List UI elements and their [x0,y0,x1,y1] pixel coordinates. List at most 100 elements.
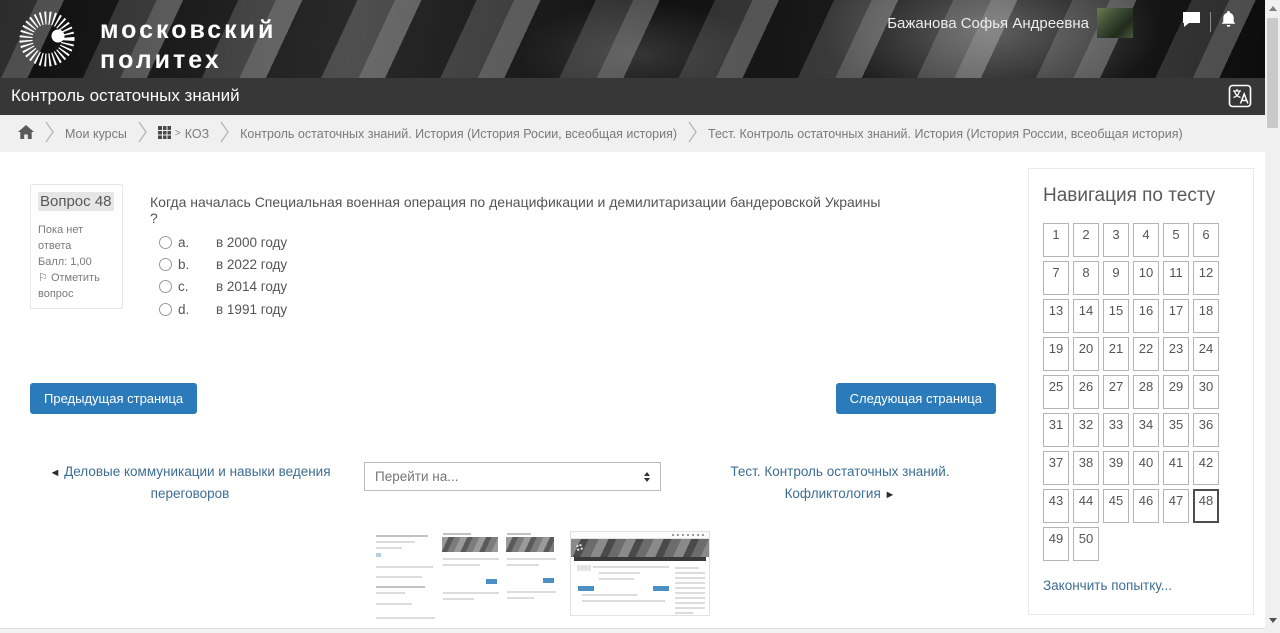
scroll-up-icon[interactable] [1265,0,1280,17]
option-label[interactable]: в 2022 году [216,257,287,272]
question-nav-button-26[interactable]: 26 [1073,375,1099,409]
question-nav-button-12[interactable]: 12 [1193,261,1219,295]
quiz-navigation-panel: Навигация по тесту 1 2 3 4 5 6 7 8 9 10 11 12 13 14 15… [1028,168,1254,615]
question-nav-button-19[interactable]: 19 [1043,337,1069,371]
option-label[interactable]: в 2014 году [216,279,287,294]
question-nav-button-42[interactable]: 42 [1193,451,1219,485]
scrollbar-thumb[interactable] [1267,18,1278,128]
answer-option-row: d. в 1991 году [159,298,287,320]
question-number: Вопрос 48 [38,192,114,211]
answer-radio-d[interactable] [159,302,172,316]
question-nav-button-34[interactable]: 34 [1133,413,1159,447]
page-title-bar: Контроль остаточных знаний [0,78,1265,115]
question-nav-button-31[interactable]: 31 [1043,413,1069,447]
translate-icon[interactable] [1228,84,1252,108]
left-arrow-icon: ◄ [49,467,61,479]
home-icon[interactable] [18,125,34,142]
option-letter: d. [178,301,190,317]
question-nav-button-2[interactable]: 2 [1073,223,1099,257]
question-nav-button-49[interactable]: 49 [1043,527,1069,561]
question-nav-button-20[interactable]: 20 [1073,337,1099,371]
question-nav-button-7[interactable]: 7 [1043,261,1069,295]
question-nav-button-47[interactable]: 47 [1163,489,1189,523]
option-label[interactable]: в 1991 году [216,302,287,317]
breadcrumb-koz[interactable]: КОЗ [185,127,209,141]
question-nav-button-32[interactable]: 32 [1073,413,1099,447]
question-nav-button-41[interactable]: 41 [1163,451,1189,485]
user-menu[interactable]: Бажанова Софья Андреевна [887,8,1133,38]
question-nav-button-9[interactable]: 9 [1103,261,1129,295]
question-nav-button-33[interactable]: 33 [1103,413,1129,447]
next-page-button[interactable]: Следующая страница [835,383,996,414]
question-nav-button-44[interactable]: 44 [1073,489,1099,523]
vertical-scrollbar[interactable] [1265,0,1280,633]
question-nav-button-50[interactable]: 50 [1073,527,1099,561]
breadcrumb-my-courses[interactable]: Мои курсы [65,127,127,141]
finish-attempt-link[interactable]: Закончить попытку... [1043,578,1172,593]
question-nav-button-13[interactable]: 13 [1043,299,1069,333]
question-points: Балл: 1,00 [38,255,92,268]
question-nav-button-46[interactable]: 46 [1133,489,1159,523]
answer-radio-a[interactable] [159,235,172,249]
question-nav-button-37[interactable]: 37 [1043,451,1069,485]
previous-page-button[interactable]: Предыдущая страница [30,383,198,414]
page-title: Контроль остаточных знаний [11,86,240,105]
question-nav-button-28[interactable]: 28 [1133,375,1159,409]
page-thumbnail-3 [503,531,557,619]
question-nav-button-8[interactable]: 8 [1073,261,1099,295]
question-nav-button-1[interactable]: 1 [1043,223,1069,257]
question-nav-button-36[interactable]: 36 [1193,413,1219,447]
question-nav-button-11[interactable]: 11 [1163,261,1189,295]
question-nav-button-16[interactable]: 16 [1133,299,1159,333]
scroll-down-icon[interactable] [1265,612,1280,629]
answer-radio-b[interactable] [159,258,172,272]
question-nav-button-3[interactable]: 3 [1103,223,1129,257]
question-nav-button-45[interactable]: 45 [1103,489,1129,523]
question-nav-button-30[interactable]: 30 [1193,375,1219,409]
jump-to-select[interactable]: Перейти на... [364,462,661,491]
breadcrumb-separator [220,121,229,146]
user-name: Бажанова Софья Андреевна [887,14,1089,32]
question-nav-button-24[interactable]: 24 [1193,337,1219,371]
breadcrumb-separator [688,121,697,146]
question-nav-button-14[interactable]: 14 [1073,299,1099,333]
option-label[interactable]: в 2000 году [216,235,287,250]
question-status: Пока нет ответа [38,224,84,252]
answer-radio-c[interactable] [159,280,172,294]
question-nav-button-10[interactable]: 10 [1133,261,1159,295]
question-nav-button-6[interactable]: 6 [1193,223,1219,257]
brand-wordmark[interactable]: московский политех [100,16,276,75]
messages-icon[interactable] [1182,11,1201,33]
quiz-nav-grid: 1 2 3 4 5 6 7 8 9 10 11 12 13 14 15 16 17 18 19 20 21 22 23 24 2… [1043,223,1239,561]
notifications-bell-icon[interactable] [1220,10,1237,34]
question-nav-button-39[interactable]: 39 [1103,451,1129,485]
question-nav-button-18[interactable]: 18 [1193,299,1219,333]
question-nav-button-15[interactable]: 15 [1103,299,1129,333]
select-arrows-icon [644,471,650,482]
question-nav-button-27[interactable]: 27 [1103,375,1129,409]
jump-to-value: Перейти на... [375,469,459,484]
question-nav-button-21[interactable]: 21 [1103,337,1129,371]
question-nav-button-35[interactable]: 35 [1163,413,1189,447]
breadcrumb: Мои курсы > КОЗ Контроль остаточных знан… [0,115,1265,152]
breadcrumb-course[interactable]: Контроль остаточных знаний. История (Ист… [240,127,677,141]
avatar[interactable] [1097,8,1133,38]
question-nav-button-17[interactable]: 17 [1163,299,1189,333]
question-nav-button-4[interactable]: 4 [1133,223,1159,257]
question-nav-button-48[interactable]: 48 [1193,489,1219,523]
course-grid-icon[interactable] [157,125,171,142]
polytech-logo-icon[interactable] [14,6,80,72]
answer-option-row: b. в 2022 году [159,253,287,275]
next-activity-link[interactable]: Тест. Контроль остаточных знаний. Кофлик… [700,461,980,504]
question-nav-button-5[interactable]: 5 [1163,223,1189,257]
question-nav-button-23[interactable]: 23 [1163,337,1189,371]
question-nav-button-43[interactable]: 43 [1043,489,1069,523]
question-nav-button-40[interactable]: 40 [1133,451,1159,485]
question-nav-button-25[interactable]: 25 [1043,375,1069,409]
question-nav-button-29[interactable]: 29 [1163,375,1189,409]
flag-question-link[interactable]: ⚐ Отметить вопрос [38,271,115,303]
previous-activity-link[interactable]: ◄ Деловые коммуникации и навыки ведения … [40,461,340,504]
question-nav-button-22[interactable]: 22 [1133,337,1159,371]
question-nav-button-38[interactable]: 38 [1073,451,1099,485]
breadcrumb-quiz[interactable]: Тест. Контроль остаточных знаний. Истори… [708,127,1183,141]
